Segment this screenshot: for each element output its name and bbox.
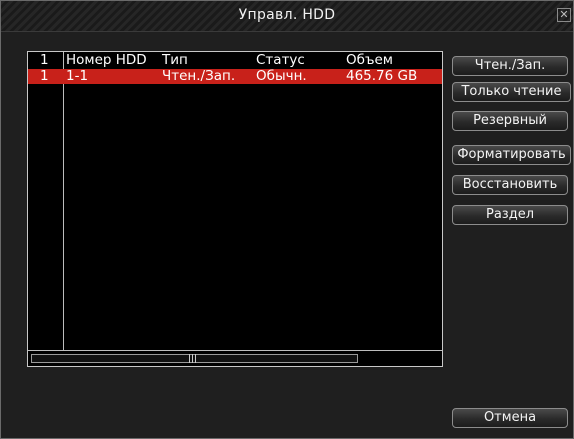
close-icon[interactable]: ✕ <box>557 8 571 22</box>
list-header: 1 Номер HDD Тип Статус Объем <box>28 53 442 68</box>
header-hdd-number: Номер HDD <box>66 52 147 68</box>
hdd-manager-window: Управл. HDD ✕ 1 Номер HDD Тип Статус Объ… <box>0 0 574 439</box>
read-only-button[interactable]: Только чтение <box>452 82 571 102</box>
backup-button[interactable]: Резервный <box>452 111 568 131</box>
header-status: Статус <box>256 52 305 68</box>
restore-button[interactable]: Восстановить <box>452 175 568 195</box>
partition-button[interactable]: Раздел <box>452 205 568 225</box>
horizontal-scrollbar[interactable] <box>28 350 442 366</box>
scrollbar-thumb[interactable] <box>31 354 358 363</box>
cancel-button[interactable]: Отмена <box>452 408 568 428</box>
table-row[interactable]: 1 1-1 Чтен./Зап. Обычн. 465.76 GB <box>28 69 442 84</box>
format-button[interactable]: Форматировать <box>452 145 571 165</box>
row-capacity: 465.76 GB <box>346 68 418 84</box>
row-type: Чтен./Зап. <box>162 68 236 84</box>
column-divider <box>63 52 64 350</box>
grip-icon <box>189 354 198 363</box>
read-write-button[interactable]: Чтен./Зап. <box>452 56 568 76</box>
hdd-list: 1 Номер HDD Тип Статус Объем 1 1-1 Чтен.… <box>27 51 443 367</box>
header-type: Тип <box>162 52 188 68</box>
header-capacity: Объем <box>346 52 393 68</box>
title-bar: Управл. HDD ✕ <box>1 1 573 32</box>
header-index: 1 <box>40 52 49 68</box>
row-status: Обычн. <box>256 68 307 84</box>
window-title: Управл. HDD <box>238 7 336 23</box>
row-hdd-number: 1-1 <box>66 68 89 84</box>
row-index: 1 <box>40 68 49 84</box>
